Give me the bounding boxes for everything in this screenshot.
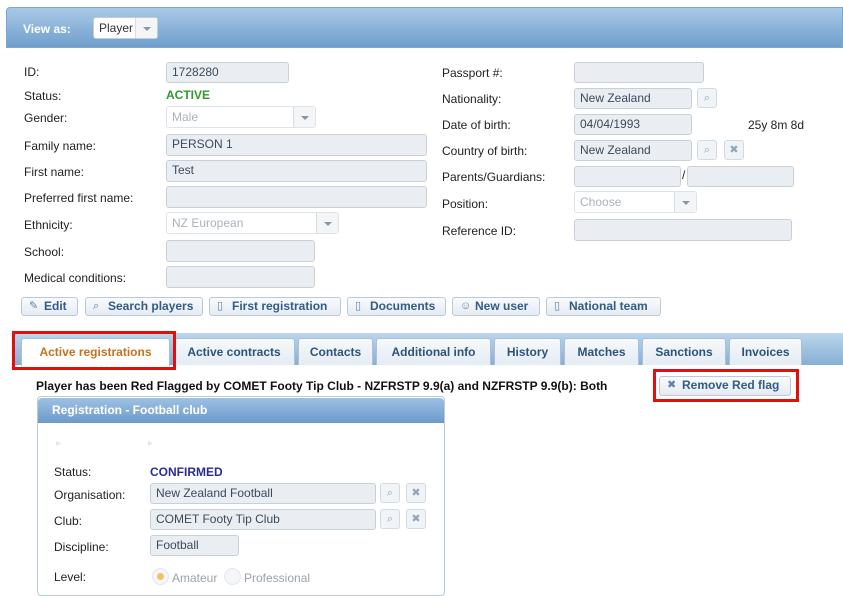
chevron-down-icon	[293, 107, 315, 127]
view-as-label: View as:	[23, 22, 71, 36]
status-label: Status:	[24, 89, 62, 103]
dob-field[interactable]: 04/04/1993	[574, 114, 692, 135]
tab-matches[interactable]: Matches	[564, 338, 639, 365]
parent-1-field[interactable]	[574, 166, 681, 187]
search-icon: ⌕	[93, 300, 100, 312]
search-icon[interactable]: ⌕	[697, 88, 717, 108]
gender-select[interactable]: Male	[166, 106, 316, 128]
preferred-name-field[interactable]	[166, 186, 427, 208]
medical-label: Medical conditions:	[24, 271, 127, 285]
ethnicity-select[interactable]: NZ European	[166, 212, 339, 234]
documents-button[interactable]: ▯ Documents	[347, 297, 446, 316]
tab-invoices[interactable]: Invoices	[729, 338, 802, 365]
parent-2-field[interactable]	[687, 166, 794, 187]
reg-status-value: CONFIRMED	[150, 465, 223, 479]
clear-icon[interactable]: ✖	[724, 140, 744, 160]
tab-history[interactable]: History	[494, 338, 561, 365]
user-icon: ☺	[460, 300, 472, 312]
new-user-button[interactable]: ☺ New user	[452, 297, 540, 316]
view-as-select[interactable]: Player	[93, 17, 158, 39]
country-of-birth-label: Country of birth:	[442, 144, 528, 158]
red-flag-banner: Player has been Red Flagged by COMET Foo…	[36, 379, 608, 393]
organisation-label: Organisation:	[54, 488, 126, 502]
status-value: ACTIVE	[166, 88, 211, 102]
chevron-down-icon	[316, 213, 338, 233]
level-amateur-label: Amateur	[172, 571, 218, 585]
discipline-field[interactable]: Football	[150, 535, 239, 556]
level-label: Level:	[54, 570, 87, 584]
position-label: Position:	[442, 197, 489, 211]
id-field[interactable]: 1728280	[166, 62, 289, 83]
organisation-field[interactable]: New Zealand Football	[150, 483, 376, 504]
country-of-birth-field[interactable]: New Zealand	[574, 140, 692, 161]
ethnicity-label: Ethnicity:	[24, 218, 73, 232]
dob-label: Date of birth:	[442, 118, 511, 132]
registration-panel-title: Registration - Football club	[38, 398, 444, 423]
club-label: Club:	[54, 514, 83, 528]
chevron-down-icon	[135, 18, 157, 38]
position-placeholder: Choose	[580, 195, 622, 209]
parents-separator: /	[682, 168, 686, 182]
tab-sanctions[interactable]: Sanctions	[642, 338, 726, 365]
highlight-box-remove-flag	[653, 369, 799, 402]
search-icon[interactable]: ⌕	[697, 140, 717, 160]
clear-icon[interactable]: ✖	[406, 483, 426, 503]
clear-icon[interactable]: ✖	[406, 509, 426, 529]
reference-id-label: Reference ID:	[442, 224, 517, 238]
document-icon: ▯	[554, 300, 561, 312]
passport-label: Passport #:	[442, 66, 503, 80]
search-icon[interactable]: ⌕	[380, 483, 400, 503]
level-amateur-radio[interactable]	[152, 568, 169, 585]
breadcrumb-arrow-icon: ▸	[148, 438, 154, 449]
highlight-box-tab	[12, 331, 176, 370]
parents-label: Parents/Guardians:	[442, 170, 546, 184]
level-professional-radio[interactable]	[224, 568, 241, 585]
chevron-down-icon	[674, 192, 696, 212]
club-field[interactable]: COMET Footy Tip Club	[150, 509, 376, 530]
document-icon: ▯	[217, 300, 224, 312]
tab-contacts[interactable]: Contacts	[298, 338, 373, 365]
preferred-name-label: Preferred first name:	[24, 191, 134, 205]
school-field[interactable]	[166, 240, 315, 262]
position-select[interactable]: Choose	[574, 191, 697, 213]
discipline-label: Discipline:	[54, 540, 109, 554]
view-as-value: Player	[99, 21, 134, 35]
gender-value: Male	[172, 110, 199, 124]
family-name-field[interactable]: PERSON 1	[166, 134, 427, 156]
tab-additional-info[interactable]: Additional info	[376, 338, 491, 365]
nationality-field[interactable]: New Zealand	[574, 88, 692, 109]
first-name-field[interactable]: Test	[166, 160, 427, 182]
ethnicity-value: NZ European	[172, 216, 244, 230]
breadcrumb-arrow-icon: ▸	[56, 438, 62, 449]
nationality-label: Nationality:	[442, 92, 502, 106]
search-players-button[interactable]: ⌕ Search players	[85, 297, 203, 316]
national-team-button[interactable]: ▯ National team	[546, 297, 661, 316]
school-label: School:	[24, 245, 65, 259]
first-registration-button[interactable]: ▯ First registration	[209, 297, 341, 316]
first-name-label: First name:	[24, 165, 85, 179]
document-icon: ▯	[355, 300, 362, 312]
family-name-label: Family name:	[24, 139, 97, 153]
id-label: ID:	[24, 65, 40, 79]
passport-field[interactable]	[574, 62, 704, 83]
reg-status-label: Status:	[54, 465, 92, 479]
level-professional-label: Professional	[244, 571, 311, 585]
tab-active-contracts[interactable]: Active contracts	[173, 338, 295, 365]
reference-id-field[interactable]	[574, 219, 792, 241]
edit-button[interactable]: ✎ Edit	[21, 297, 78, 316]
pencil-icon: ✎	[29, 300, 39, 312]
age-value: 25y 8m 8d	[748, 118, 805, 132]
medical-field[interactable]	[166, 266, 315, 288]
gender-label: Gender:	[24, 111, 68, 125]
search-icon[interactable]: ⌕	[380, 509, 400, 529]
